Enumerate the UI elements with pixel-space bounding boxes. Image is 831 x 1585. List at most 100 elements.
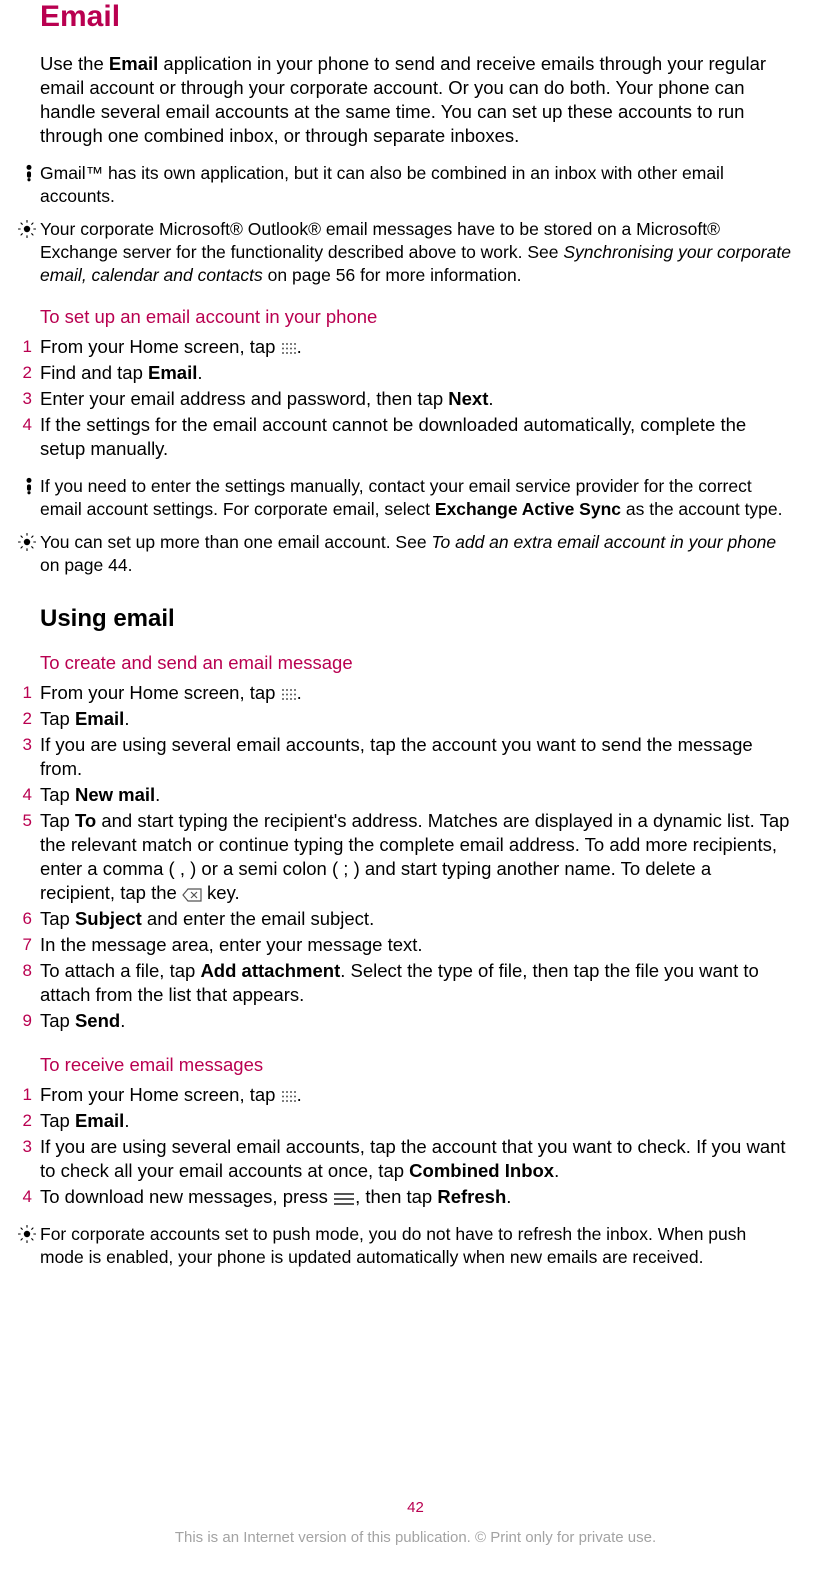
setup-steps: 1From your Home screen, tap . 2Find and … <box>40 335 791 463</box>
step-text-c: . <box>554 1160 559 1181</box>
note-gmail-text: Gmail™ has its own application, but it c… <box>40 162 791 208</box>
note-outlook-text: Your corporate Microsoft® Outlook® email… <box>40 218 791 287</box>
setup-step-4: 4If the settings for the email account c… <box>40 413 791 463</box>
step-text-b: . <box>297 336 302 357</box>
receive-step-3: 3If you are using several email accounts… <box>40 1135 791 1185</box>
step-number: 1 <box>12 681 32 705</box>
step-text-a: To attach a file, tap <box>40 960 200 981</box>
create-heading: To create and send an email message <box>40 651 791 675</box>
note-gmail: Gmail™ has its own application, but it c… <box>40 162 791 208</box>
page-title: Email <box>40 0 791 34</box>
note-extra-text: You can set up more than one email accou… <box>40 531 791 577</box>
receive-step-4: 4To download new messages, press , then … <box>40 1185 791 1211</box>
step-text-bold: To <box>75 810 96 831</box>
note-manual: If you need to enter the settings manual… <box>40 475 791 521</box>
step-text-c: . <box>120 1010 125 1031</box>
receive-heading: To receive email messages <box>40 1053 791 1077</box>
step-text-d: . <box>506 1186 511 1207</box>
step-text-a: Find and tap <box>40 362 148 383</box>
step-text-c: . <box>488 388 493 409</box>
step-number: 4 <box>12 1185 32 1209</box>
note-extra-b: on page 44. <box>40 555 132 575</box>
create-step-5: 5Tap To and start typing the recipient's… <box>40 809 791 907</box>
note-outlook-b: on page 56 for more information. <box>263 265 522 285</box>
apps-grid-icon <box>281 1085 297 1098</box>
footer: 42 This is an Internet version of this p… <box>0 1497 831 1549</box>
setup-step-2: 2Find and tap Email. <box>40 361 791 387</box>
create-step-4: 4Tap New mail. <box>40 783 791 809</box>
create-step-6: 6Tap Subject and enter the email subject… <box>40 907 791 933</box>
step-number: 5 <box>12 809 32 833</box>
page-number: 42 <box>0 1497 831 1519</box>
step-text-bold: Email <box>75 708 124 729</box>
step-number: 8 <box>12 959 32 983</box>
step-text-c: . <box>197 362 202 383</box>
step-text-c: and start typing the recipient's address… <box>40 810 789 903</box>
step-text-a: Tap <box>40 1110 75 1131</box>
step-number: 6 <box>12 907 32 931</box>
receive-step-2: 2Tap Email. <box>40 1109 791 1135</box>
step-number: 3 <box>12 387 32 411</box>
step-text-b: , then tap <box>355 1186 437 1207</box>
step-text-a: Tap <box>40 784 75 805</box>
step-text-a: Tap <box>40 708 75 729</box>
step-number: 9 <box>12 1009 32 1033</box>
exclaim-icon <box>16 164 36 188</box>
lead-paragraph: Use the Email application in your phone … <box>40 52 791 148</box>
step-text-bold: Email <box>75 1110 124 1131</box>
step-text-bold: Email <box>148 362 197 383</box>
note-manual-b: as the account type. <box>621 499 783 519</box>
note-manual-bold: Exchange Active Sync <box>435 499 621 519</box>
bulb-icon <box>16 533 36 557</box>
create-step-8: 8To attach a file, tap Add attachment. S… <box>40 959 791 1009</box>
step-text-a: From your Home screen, tap <box>40 682 281 703</box>
page: Email Use the Email application in your … <box>0 0 831 1585</box>
step-text: If the settings for the email account ca… <box>40 414 746 459</box>
step-text-b: . <box>297 1084 302 1105</box>
note-push-text: For corporate accounts set to push mode,… <box>40 1223 791 1269</box>
exclaim-icon <box>16 477 36 501</box>
step-text-c: . <box>155 784 160 805</box>
bulb-icon <box>16 1225 36 1249</box>
receive-steps: 1From your Home screen, tap . 2Tap Email… <box>40 1083 791 1211</box>
step-text-bold: Refresh <box>437 1186 506 1207</box>
menu-icon <box>333 1188 355 1202</box>
step-text-bold: Next <box>448 388 488 409</box>
step-text-d: key. <box>202 882 240 903</box>
step-text-a: Tap <box>40 1010 75 1031</box>
step-text-a: To download new messages, press <box>40 1186 333 1207</box>
step-text: In the message area, enter your message … <box>40 934 423 955</box>
apps-grid-icon <box>281 683 297 696</box>
setup-heading: To set up an email account in your phone <box>40 305 791 329</box>
bulb-icon <box>16 220 36 244</box>
step-text-bold: New mail <box>75 784 155 805</box>
using-heading: Using email <box>40 605 791 633</box>
step-text-a: From your Home screen, tap <box>40 1084 281 1105</box>
step-number: 4 <box>12 413 32 437</box>
create-step-1: 1From your Home screen, tap . <box>40 681 791 707</box>
step-number: 2 <box>12 361 32 385</box>
setup-step-3: 3Enter your email address and password, … <box>40 387 791 413</box>
step-text-bold: Send <box>75 1010 120 1031</box>
step-text-c: . <box>124 708 129 729</box>
step-text-bold: Add attachment <box>200 960 340 981</box>
create-step-9: 9Tap Send. <box>40 1009 791 1035</box>
note-extra-account: You can set up more than one email accou… <box>40 531 791 577</box>
step-number: 7 <box>12 933 32 957</box>
receive-step-1: 1From your Home screen, tap . <box>40 1083 791 1109</box>
step-text-c: and enter the email subject. <box>142 908 374 929</box>
create-steps: 1From your Home screen, tap . 2Tap Email… <box>40 681 791 1035</box>
body-column: Use the Email application in your phone … <box>40 52 791 1269</box>
step-text-a: From your Home screen, tap <box>40 336 281 357</box>
step-text-a: Tap <box>40 908 75 929</box>
step-number: 2 <box>12 1109 32 1133</box>
step-number: 1 <box>12 335 32 359</box>
apps-grid-icon <box>281 337 297 350</box>
step-text-b: . <box>297 682 302 703</box>
step-text-bold: Combined Inbox <box>409 1160 554 1181</box>
create-step-2: 2Tap Email. <box>40 707 791 733</box>
step-text-bold: Subject <box>75 908 142 929</box>
note-extra-a: You can set up more than one email accou… <box>40 532 431 552</box>
note-extra-italic: To add an extra email account in your ph… <box>431 532 776 552</box>
create-step-7: 7In the message area, enter your message… <box>40 933 791 959</box>
